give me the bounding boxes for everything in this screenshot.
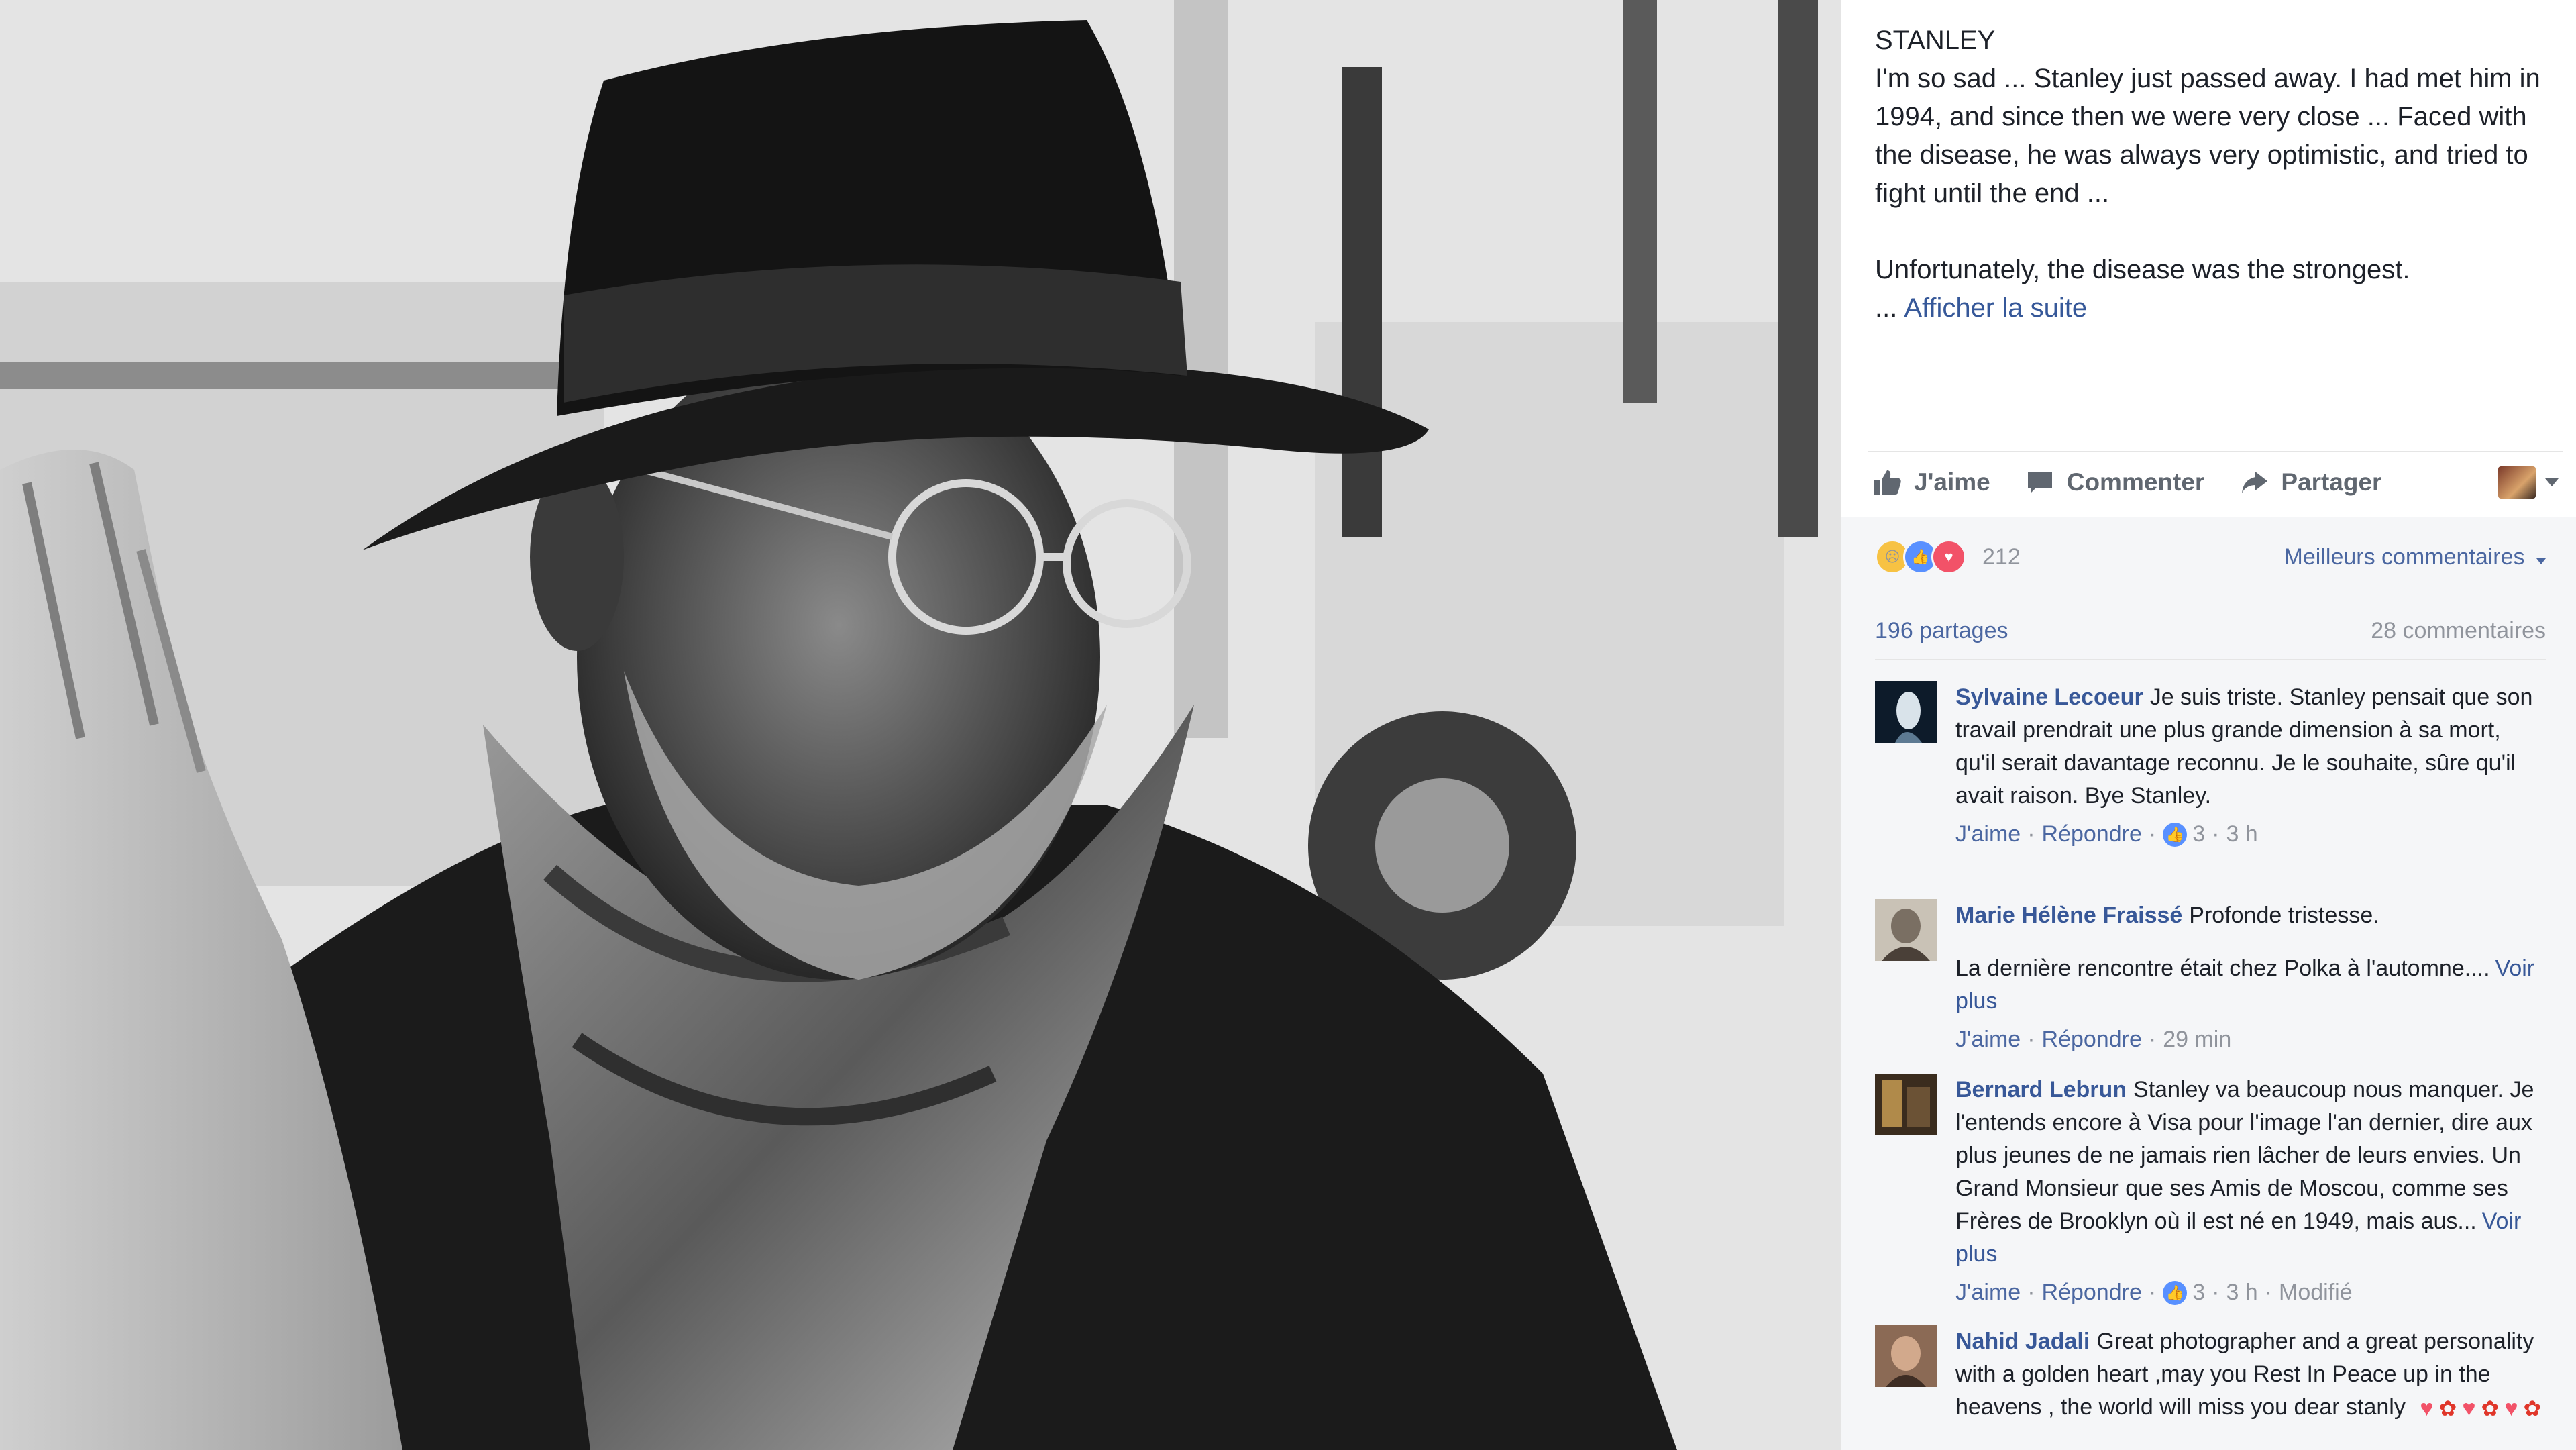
separator: · xyxy=(2148,1027,2157,1052)
separator: · xyxy=(2027,1027,2035,1052)
comment-like-number: 3 xyxy=(2192,1280,2206,1305)
post-side-panel: STANLEY I'm so sad ... Stanley just pass… xyxy=(1841,0,2576,1450)
comment-like-link[interactable]: J'aime xyxy=(1955,1023,2021,1056)
comment-button-label: Commenter xyxy=(2066,468,2205,496)
post-text: STANLEY I'm so sad ... Stanley just pass… xyxy=(1875,21,2546,327)
comment-text-2-body: La dernière rencontre était chez Polka à… xyxy=(1955,955,2490,981)
shares-row: 196 partages 28 commentaires xyxy=(1875,611,2546,660)
see-more-link[interactable]: Afficher la suite xyxy=(1904,293,2087,323)
heart-icon: ♥ xyxy=(2462,1395,2476,1421)
comment-like-link[interactable]: J'aime xyxy=(1955,1276,2021,1309)
avatar[interactable] xyxy=(1875,681,1937,743)
comment-time[interactable]: 3 h xyxy=(2226,1276,2257,1309)
comment-time[interactable]: 29 min xyxy=(2163,1023,2231,1056)
thumbs-up-icon xyxy=(1874,470,1901,495)
share-arrow-icon xyxy=(2242,472,2268,493)
reaction-count[interactable]: 212 xyxy=(1982,544,2021,570)
comment-author[interactable]: Marie Hélène Fraissé xyxy=(1955,902,2182,928)
comment-body: Nahid Jadali Great photographer and a gre… xyxy=(1955,1325,2546,1425)
comments-count[interactable]: 28 commentaires xyxy=(2371,618,2546,644)
separator: · xyxy=(2264,1280,2273,1305)
comment-time[interactable]: 3 h xyxy=(2226,818,2257,851)
rose-icon: ✿ xyxy=(2481,1396,2500,1420)
heart-icon: ♥ xyxy=(2504,1395,2518,1421)
comment-text-2: La dernière rencontre était chez Polka à… xyxy=(1955,952,2546,1018)
comment-author[interactable]: Sylvaine Lecoeur xyxy=(1955,684,2143,710)
separator: · xyxy=(2027,1280,2035,1305)
comment-like-count[interactable]: 👍 3 xyxy=(2163,818,2205,851)
portrait-image xyxy=(0,0,1841,1450)
chevron-down-icon xyxy=(2545,478,2559,486)
comment-button[interactable]: Commenter xyxy=(2021,468,2209,497)
comment-author[interactable]: Bernard Lebrun xyxy=(1955,1077,2127,1102)
like-icon: 👍 xyxy=(2163,1280,2188,1305)
comment-meta: J'aime · Répondre · 👍 3 · 3 h xyxy=(1955,818,2546,851)
reactions-row: ☹ 👍 ♥ 212 Meilleurs commentaires xyxy=(1875,537,2546,577)
emoji-row: ♥ ✿ ♥ ✿ ♥ ✿ xyxy=(2420,1392,2541,1425)
separator: · xyxy=(2212,1280,2220,1305)
post-as-selector[interactable] xyxy=(2494,466,2563,499)
speech-bubble-icon xyxy=(2027,472,2052,493)
avatar[interactable] xyxy=(1875,1325,1937,1387)
comment-text: Profonde tristesse. xyxy=(2189,902,2379,928)
post-title: STANLEY xyxy=(1875,25,1996,55)
post-action-bar: J'aime Commenter Partager xyxy=(1868,451,2563,513)
comment-body: Bernard Lebrun Stanley va beaucoup nous m… xyxy=(1955,1074,2546,1309)
comment-body: Marie Hélène Fraissé Profonde tristesse. … xyxy=(1955,899,2546,1056)
shares-count[interactable]: 196 partages xyxy=(1875,618,2008,644)
separator: · xyxy=(2148,1280,2157,1305)
comment-sort-dropdown[interactable]: Meilleurs commentaires xyxy=(2284,544,2546,570)
post-body-2: Unfortunately, the disease was the stron… xyxy=(1875,255,2410,284)
comment-like-link[interactable]: J'aime xyxy=(1955,818,2021,851)
like-button-label: J'aime xyxy=(1914,468,1990,496)
page-avatar xyxy=(2498,466,2536,499)
separator: · xyxy=(2027,821,2035,847)
love-reaction-icon: ♥ xyxy=(1931,539,1966,574)
comments-area: ☹ 👍 ♥ 212 Meilleurs commentaires 196 par… xyxy=(1841,517,2576,1450)
comment-meta: J'aime · Répondre · 29 min xyxy=(1955,1023,2546,1056)
comment-sort-label: Meilleurs commentaires xyxy=(2284,543,2525,570)
heart-icon: ♥ xyxy=(2420,1395,2434,1421)
comment-like-number: 3 xyxy=(2192,821,2206,847)
like-button[interactable]: J'aime xyxy=(1868,468,1994,497)
comment-reply-link[interactable]: Répondre xyxy=(2042,1276,2142,1309)
post-body: I'm so sad ... Stanley just passed away.… xyxy=(1875,64,2540,208)
separator: · xyxy=(2212,821,2220,847)
comment-like-count[interactable]: 👍 3 xyxy=(2163,1276,2205,1309)
share-button-label: Partager xyxy=(2281,468,2382,496)
comment-meta: J'aime · Répondre · 👍 3 · 3 h · Modifié xyxy=(1955,1276,2546,1309)
comment-reply-link[interactable]: Répondre xyxy=(2042,1023,2142,1056)
like-icon: 👍 xyxy=(2163,822,2188,847)
avatar[interactable] xyxy=(1875,1074,1937,1135)
comment-author[interactable]: Nahid Jadali xyxy=(1955,1329,2090,1354)
comment-body: Sylvaine Lecoeur Je suis triste. Stanley … xyxy=(1955,681,2546,851)
post-photo[interactable] xyxy=(0,0,1841,1450)
post-ellipsis: ... xyxy=(1875,293,1898,323)
post-more-line: ... Afficher la suite xyxy=(1875,289,2546,327)
separator: · xyxy=(2148,821,2157,847)
share-button[interactable]: Partager xyxy=(2235,468,2385,497)
rose-icon: ✿ xyxy=(2523,1396,2542,1420)
reaction-icons[interactable]: ☹ 👍 ♥ xyxy=(1875,539,1966,574)
avatar[interactable] xyxy=(1875,899,1937,961)
comment-edited[interactable]: Modifié xyxy=(2279,1276,2353,1309)
rose-icon: ✿ xyxy=(2438,1396,2457,1420)
comment-reply-link[interactable]: Répondre xyxy=(2042,818,2142,851)
sort-chevron-icon xyxy=(2536,558,2546,564)
